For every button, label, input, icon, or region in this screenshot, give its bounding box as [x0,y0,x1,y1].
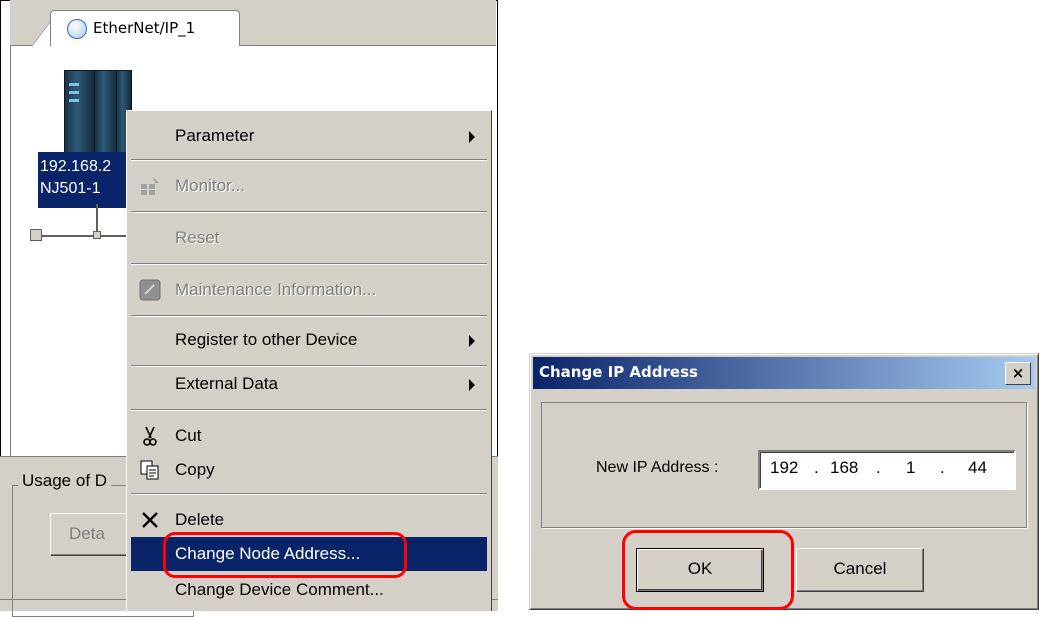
menu-item-label: Change Device Comment... [175,580,384,599]
menu-separator [131,263,487,265]
menu-item-label: Parameter [175,126,255,145]
detail-button-label: Deta [69,524,105,543]
network-globe-icon [67,19,87,39]
menu-item-external-data[interactable]: External Data [131,367,487,401]
ip-octet: 44 [968,458,987,477]
menu-item-maintenance[interactable]: Maintenance Information... [131,273,487,307]
menu-item-label: Maintenance Information... [175,280,377,299]
menu-item-label: Monitor... [175,176,245,195]
menu-item-change-device-comment[interactable]: Change Device Comment... [131,573,487,607]
plc-led [69,91,79,94]
ip-address-input[interactable]: 192 . 168 . 1 . 44 [758,450,1016,490]
dialog-titlebar[interactable]: Change IP Address × [533,357,1035,389]
maintenance-icon [139,279,161,301]
copy-icon [140,460,159,480]
menu-item-label: Register to other Device [175,330,358,349]
ip-octet: 192 [770,458,799,477]
menu-item-label: Cut [175,426,202,445]
submenu-arrow-icon [469,335,475,347]
plc-module [64,70,96,156]
dialog-title: Change IP Address [539,363,698,381]
menu-item-label: External Data [175,374,278,393]
menu-separator [131,315,487,317]
menu-item-parameter[interactable]: Parameter [131,119,487,153]
bus-node-connector [93,231,101,239]
cancel-button[interactable]: Cancel [796,548,924,592]
cancel-button-label: Cancel [833,559,887,578]
scissors-icon [143,426,157,446]
delete-x-icon [142,512,158,528]
ip-octet: 1 [906,458,916,477]
menu-item-register-device[interactable]: Register to other Device [131,323,487,357]
highlight-annotation [163,532,407,578]
plc-led [69,83,79,86]
ip-groupbox: New IP Address : 192 . 168 . 1 . 44 [541,402,1027,528]
submenu-arrow-icon [469,379,475,391]
highlight-annotation [622,530,794,610]
network-bus-line [38,235,138,237]
menu-item-label: Reset [175,228,220,247]
usage-group-label: Usage of D [18,471,112,491]
menu-separator [131,493,487,495]
ip-dot: . [940,458,945,477]
tab-ethernet-ip[interactable]: EtherNet/IP_1 [50,10,240,47]
menu-item-monitor[interactable]: Monitor... [131,169,487,203]
bus-terminator-icon[interactable] [30,229,42,241]
menu-separator [131,159,487,161]
menu-item-label: Copy [175,460,215,479]
monitor-icon [141,177,159,195]
menu-separator [131,211,487,213]
menu-item-reset[interactable]: Reset [131,221,487,255]
ip-address-label: New IP Address : [596,459,719,476]
menu-item-cut[interactable]: Cut [131,419,487,453]
ip-dot: . [876,458,881,477]
ip-octet: 168 [830,458,859,477]
change-ip-dialog: Change IP Address × New IP Address : 192… [529,353,1039,610]
plc-led [69,99,79,102]
menu-separator [131,409,487,411]
tab-label: EtherNet/IP_1 [93,19,196,37]
menu-item-label: Delete [175,510,225,529]
close-icon[interactable]: × [1005,362,1031,385]
plc-module [94,70,118,156]
tab-strip: EtherNet/IP_1 [10,0,496,47]
menu-item-copy[interactable]: Copy [131,453,487,487]
submenu-arrow-icon [469,131,475,143]
ip-dot: . [814,458,819,477]
